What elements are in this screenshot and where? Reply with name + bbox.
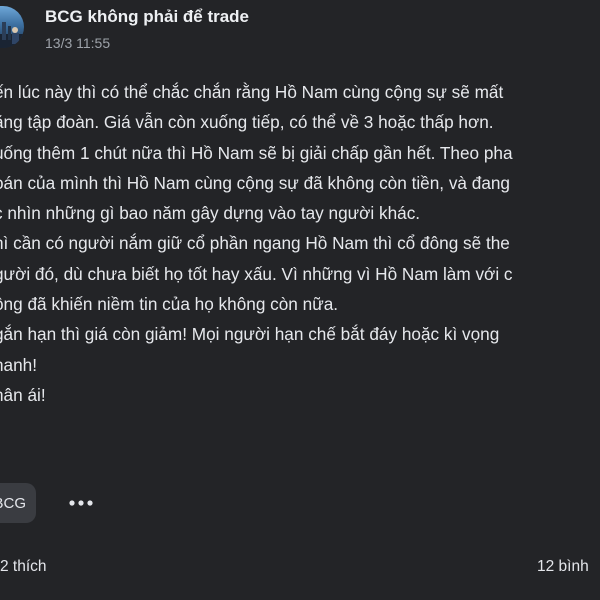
more-options-button[interactable] [66, 491, 96, 515]
avatar[interactable] [0, 6, 24, 48]
post-text-line: hì cần có người nắm giữ cổ phần ngang Hồ… [0, 233, 510, 254]
comments-count[interactable]: 12 bình [537, 558, 589, 576]
post-text-line: hân ái! [0, 384, 46, 405]
post-text-line: gắn hạn thì giá còn giảm! Mọi người hạn … [0, 324, 500, 345]
post-text-line: c nhìn những gì bao năm gây dựng vào tay… [0, 203, 421, 224]
post-text-line: ông đã khiến niềm tin của họ không còn n… [0, 294, 339, 315]
post-text-line: ến lúc này thì có thể chắc chắn rằng Hồ … [0, 82, 504, 102]
post-text-line: gười đó, dù chưa biết họ tốt hay xấu. Vì… [0, 263, 513, 284]
post-text-line: uống thêm 1 chút nữa thì Hồ Nam sẽ bị gi… [0, 142, 513, 163]
avatar-image [0, 22, 24, 48]
ellipsis-icon [69, 500, 93, 506]
post-text-line: hanh! [0, 354, 38, 375]
tag-chip[interactable]: BCG [0, 483, 36, 523]
post-text-line: ằng tập đoàn. Giá vẫn còn xuống tiếp, có… [0, 112, 494, 133]
post-body: ến lúc này thì có thể chắc chắn rằng Hồ … [0, 77, 600, 410]
likes-count[interactable]: 2 thích [0, 558, 47, 576]
post-header: BCG không phải để trade 13/3 11:55 [0, 0, 600, 60]
post-timestamp[interactable]: 13/3 11:55 [45, 35, 110, 51]
author-name[interactable]: BCG không phải để trade [45, 7, 249, 27]
post-footer: 2 thích 12 bình [0, 554, 600, 584]
post-card: BCG không phải để trade 13/3 11:55 ến lú… [0, 0, 600, 600]
post-text-line: oán của mình thì Hồ Nam cùng cộng sự đã … [0, 172, 510, 193]
